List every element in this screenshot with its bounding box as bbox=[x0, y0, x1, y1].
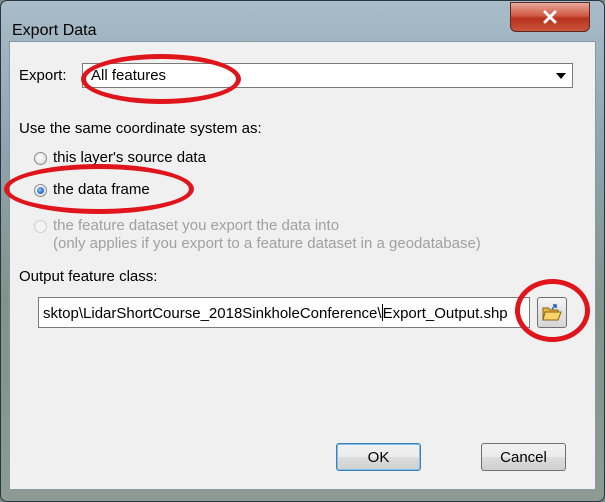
radio-data-frame[interactable] bbox=[34, 184, 47, 197]
output-label: Output feature class: bbox=[19, 268, 158, 285]
close-button[interactable] bbox=[510, 2, 590, 32]
export-dropdown[interactable]: All features bbox=[82, 63, 573, 88]
export-label: Export: bbox=[19, 67, 67, 84]
coordinate-heading: Use the same coordinate system as: bbox=[19, 120, 262, 137]
dialog-body: Export: All features Use the same coordi… bbox=[9, 41, 596, 490]
cancel-button[interactable]: Cancel bbox=[481, 443, 566, 471]
radio-feature-dataset[interactable] bbox=[34, 220, 47, 233]
radio-feature-dataset-note: (only applies if you export to a feature… bbox=[53, 235, 481, 252]
radio-source-data-label[interactable]: this layer's source data bbox=[53, 149, 206, 166]
chevron-down-icon[interactable] bbox=[550, 64, 572, 87]
export-selected-value: All features bbox=[91, 67, 167, 84]
output-path-start: sktop\LidarShortCourse_2018SinkholeConfe… bbox=[43, 305, 382, 322]
radio-source-data[interactable] bbox=[34, 152, 47, 165]
title-bar[interactable]: Export Data bbox=[1, 1, 604, 41]
output-path-input[interactable]: sktop\LidarShortCourse_2018SinkholeConfe… bbox=[38, 297, 530, 328]
radio-data-frame-label[interactable]: the data frame bbox=[53, 181, 150, 198]
export-data-dialog: Export Data Export: All features Use the… bbox=[0, 0, 605, 502]
folder-open-icon bbox=[542, 303, 562, 320]
output-path-text: sktop\LidarShortCourse_2018SinkholeConfe… bbox=[43, 304, 508, 322]
ok-button[interactable]: OK bbox=[336, 443, 421, 471]
close-icon bbox=[543, 10, 557, 24]
dialog-title: Export Data bbox=[12, 22, 97, 39]
browse-button[interactable] bbox=[537, 297, 567, 328]
radio-feature-dataset-label: the feature dataset you export the data … bbox=[53, 217, 340, 234]
output-path-end: Export_Output.shp bbox=[382, 305, 508, 322]
